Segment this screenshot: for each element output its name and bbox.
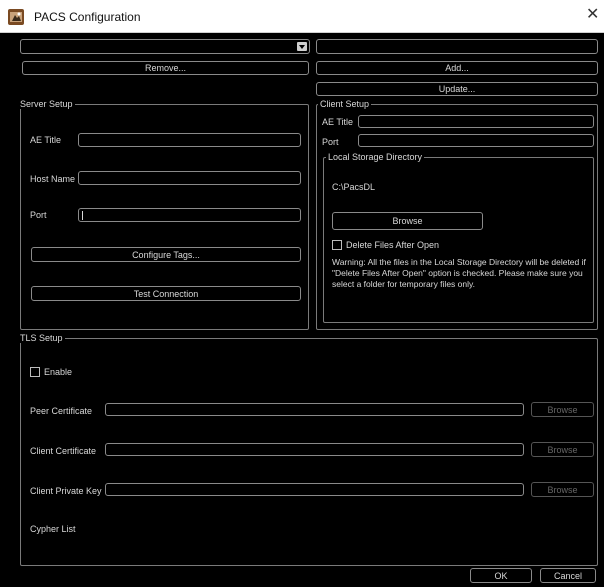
host-name-label: Host Name xyxy=(30,174,76,184)
client-name-field[interactable] xyxy=(316,39,598,54)
tls-setup-title: TLS Setup xyxy=(18,333,65,343)
client-ae-title-label: AE Title xyxy=(322,117,354,127)
peer-certificate-browse-button[interactable]: Browse xyxy=(531,402,594,417)
server-select[interactable] xyxy=(20,39,310,54)
add-button-label: Add... xyxy=(445,63,469,73)
local-storage-title: Local Storage Directory xyxy=(326,152,425,162)
peer-certificate-label: Peer Certificate xyxy=(30,406,93,416)
server-setup-title: Server Setup xyxy=(18,99,75,109)
tls-enable-label: Enable xyxy=(44,367,73,377)
delete-after-open-label: Delete Files After Open xyxy=(346,240,440,250)
server-port-label: Port xyxy=(30,210,47,220)
server-ae-title-input[interactable] xyxy=(78,133,301,147)
test-connection-button[interactable]: Test Connection xyxy=(31,286,301,301)
client-private-key-label: Client Private Key xyxy=(30,486,102,496)
configure-tags-label: Configure Tags... xyxy=(132,249,200,260)
client-private-key-input[interactable] xyxy=(105,483,524,496)
test-connection-label: Test Connection xyxy=(133,288,199,299)
client-certificate-browse-label: Browse xyxy=(547,444,578,455)
update-button-label: Update... xyxy=(438,84,476,94)
title-bar: PACS Configuration ✕ xyxy=(0,0,604,33)
client-ae-title-input[interactable] xyxy=(358,115,594,128)
app-icon xyxy=(8,9,24,25)
client-private-key-browse-button[interactable]: Browse xyxy=(531,482,594,497)
add-button[interactable]: Add... xyxy=(316,61,598,75)
ok-button-label: OK xyxy=(494,570,508,581)
local-storage-browse-label: Browse xyxy=(392,216,423,226)
local-storage-warning: Warning: All the files in the Local Stor… xyxy=(332,257,586,289)
tls-enable-checkbox[interactable] xyxy=(30,367,40,377)
remove-button[interactable]: Remove... xyxy=(22,61,309,75)
ok-button[interactable]: OK xyxy=(470,568,532,583)
client-setup-title: Client Setup xyxy=(318,99,372,109)
update-button[interactable]: Update... xyxy=(316,82,598,96)
text-cursor xyxy=(82,211,83,220)
cancel-button-label: Cancel xyxy=(553,570,582,581)
client-certificate-browse-button[interactable]: Browse xyxy=(531,442,594,457)
local-storage-path: C:\PacsDL xyxy=(332,182,376,192)
peer-certificate-input[interactable] xyxy=(105,403,524,416)
configure-tags-button[interactable]: Configure Tags... xyxy=(31,247,301,262)
host-name-input[interactable] xyxy=(78,171,301,185)
client-port-input[interactable] xyxy=(358,134,594,147)
client-certificate-label: Client Certificate xyxy=(30,446,97,456)
window-title: PACS Configuration xyxy=(34,10,141,24)
chevron-down-icon[interactable] xyxy=(297,42,307,51)
remove-button-label: Remove... xyxy=(144,63,186,73)
client-port-label: Port xyxy=(322,137,339,147)
client-private-key-browse-label: Browse xyxy=(547,484,578,495)
delete-after-open-checkbox[interactable] xyxy=(332,240,342,250)
cancel-button[interactable]: Cancel xyxy=(540,568,596,583)
close-icon[interactable]: ✕ xyxy=(586,7,599,23)
cypher-list-label: Cypher List xyxy=(30,524,76,534)
client-certificate-input[interactable] xyxy=(105,443,524,456)
peer-certificate-browse-label: Browse xyxy=(547,404,578,415)
server-port-input[interactable] xyxy=(78,208,301,222)
local-storage-browse-button[interactable]: Browse xyxy=(332,212,483,230)
server-ae-title-label: AE Title xyxy=(30,135,62,145)
